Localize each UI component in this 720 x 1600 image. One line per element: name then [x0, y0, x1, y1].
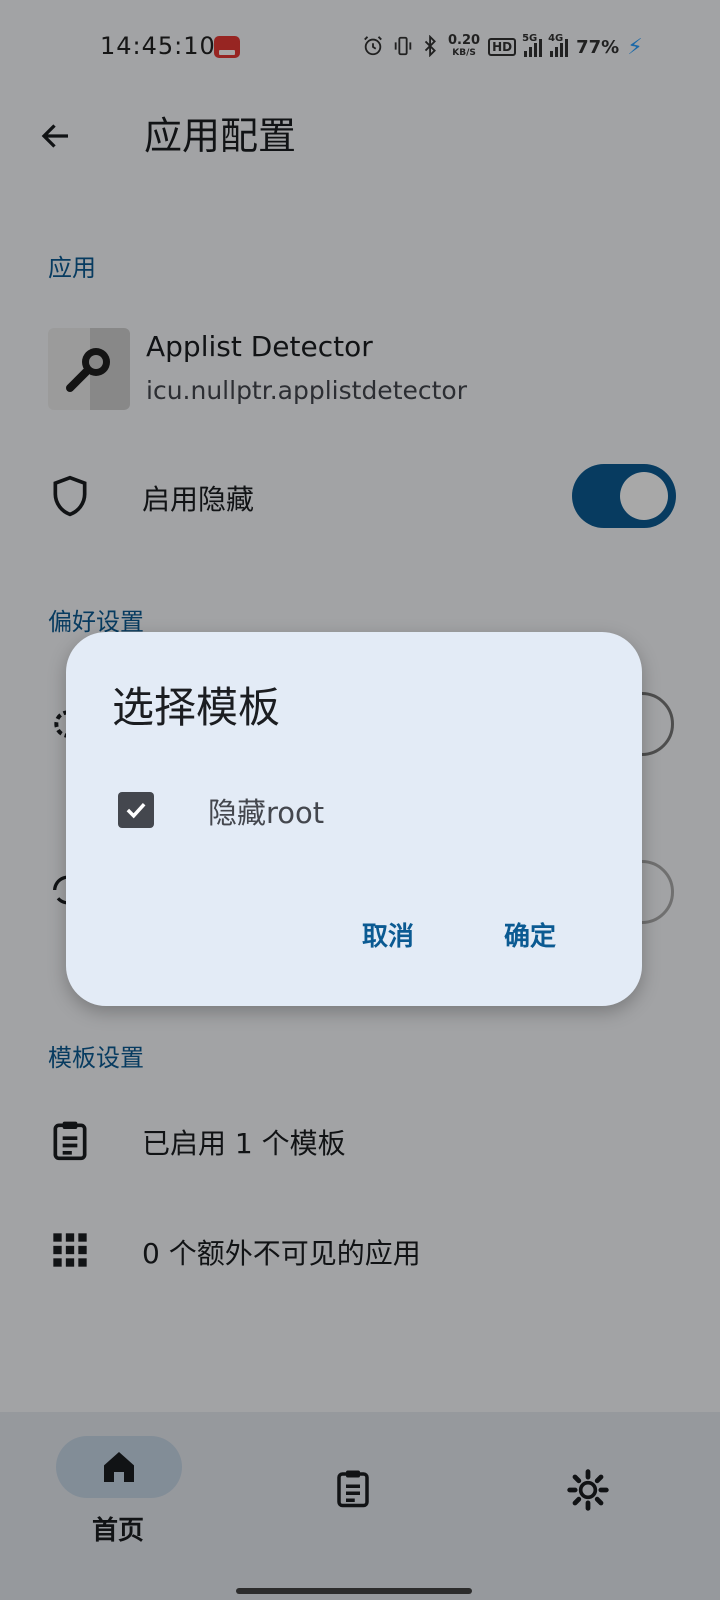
check-icon: [126, 802, 146, 819]
select-template-dialog: 选择模板 隐藏root 取消 确定: [66, 632, 642, 1006]
confirm-button[interactable]: 确定: [504, 916, 556, 953]
template-option-label[interactable]: 隐藏root: [208, 790, 324, 832]
cancel-button[interactable]: 取消: [362, 916, 414, 953]
template-checkbox[interactable]: [118, 792, 154, 828]
dialog-title: 选择模板: [112, 683, 281, 732]
